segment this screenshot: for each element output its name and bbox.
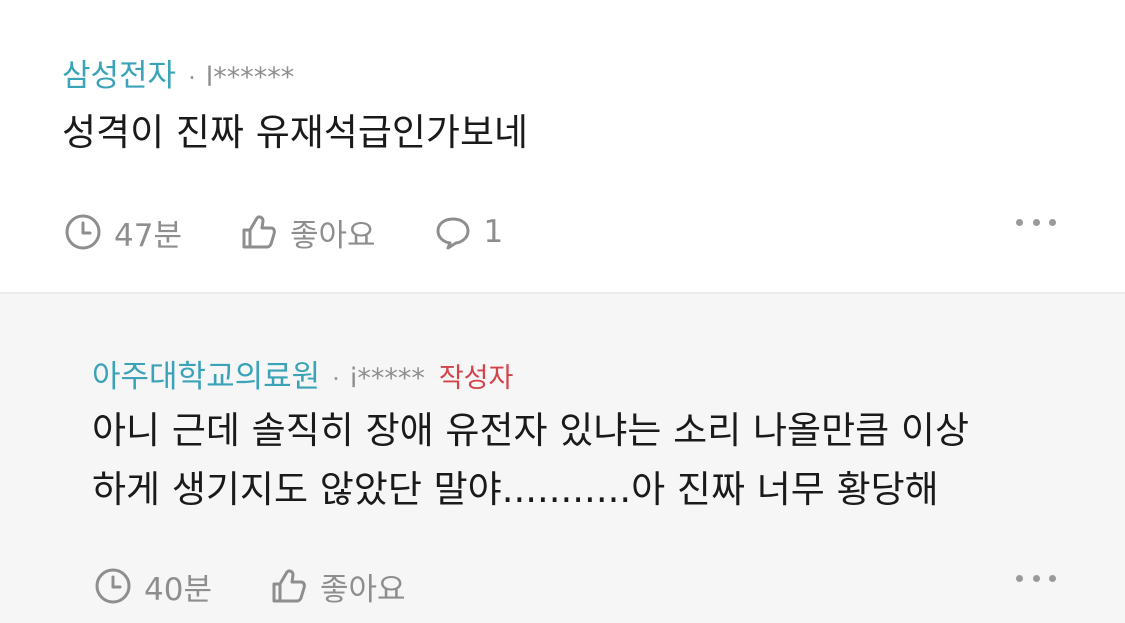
clock-icon bbox=[64, 213, 102, 251]
meta-separator: · bbox=[188, 64, 196, 92]
comment-meta: 삼성전자 · l****** bbox=[62, 50, 294, 95]
clock-icon bbox=[94, 567, 132, 605]
more-options-icon[interactable] bbox=[1016, 568, 1056, 588]
reply-body-line: 하게 생기지도 않았단 말야...........아 진짜 너무 황당해 bbox=[92, 468, 939, 511]
like-button[interactable]: 좋아요 bbox=[270, 564, 406, 609]
reply-author[interactable]: 아주대학교의료원 bbox=[92, 351, 320, 396]
reply-body: 아니 근데 솔직히 장애 유전자 있냐는 소리 나올만큼 이상 하게 생기지도 … bbox=[92, 401, 969, 519]
reply-item: 아주대학교의료원 · i***** 작성자 아니 근데 솔직히 장애 유전자 있… bbox=[0, 294, 1125, 623]
comment-actions: 47분 좋아요 1 bbox=[64, 210, 503, 254]
reply-time: 40분 bbox=[94, 564, 212, 609]
comment-time: 47분 bbox=[64, 210, 182, 255]
reply-body-line: 아니 근데 솔직히 장애 유전자 있냐는 소리 나올만큼 이상 bbox=[92, 409, 970, 452]
comment-author[interactable]: 삼성전자 bbox=[62, 50, 176, 95]
reply-count: 1 bbox=[483, 214, 504, 250]
thumbs-up-icon bbox=[240, 213, 278, 251]
comment-body: 성격이 진짜 유재석급인가보네 bbox=[62, 104, 528, 162]
speech-bubble-icon bbox=[434, 213, 472, 251]
reply-time-label: 40분 bbox=[144, 571, 212, 608]
reply-button[interactable]: 1 bbox=[434, 213, 504, 251]
comment-user-id: l****** bbox=[205, 62, 295, 93]
more-options-icon[interactable] bbox=[1016, 212, 1056, 232]
meta-separator: · bbox=[332, 365, 340, 393]
reply-user-id: i***** bbox=[349, 363, 425, 394]
reply-actions: 40분 좋아요 bbox=[94, 564, 406, 608]
thumbs-up-icon bbox=[270, 567, 308, 605]
comment-item: 삼성전자 · l****** 성격이 진짜 유재석급인가보네 47분 좋아요 1 bbox=[0, 0, 1125, 292]
like-button-label: 좋아요 bbox=[319, 571, 406, 608]
writer-badge: 작성자 bbox=[438, 363, 514, 394]
comment-time-label: 47분 bbox=[114, 217, 182, 254]
like-button[interactable]: 좋아요 bbox=[240, 210, 376, 255]
comment-body-line: 성격이 진짜 유재석급인가보네 bbox=[62, 111, 529, 154]
like-button-label: 좋아요 bbox=[289, 217, 376, 254]
reply-meta: 아주대학교의료원 · i***** 작성자 bbox=[92, 351, 513, 396]
